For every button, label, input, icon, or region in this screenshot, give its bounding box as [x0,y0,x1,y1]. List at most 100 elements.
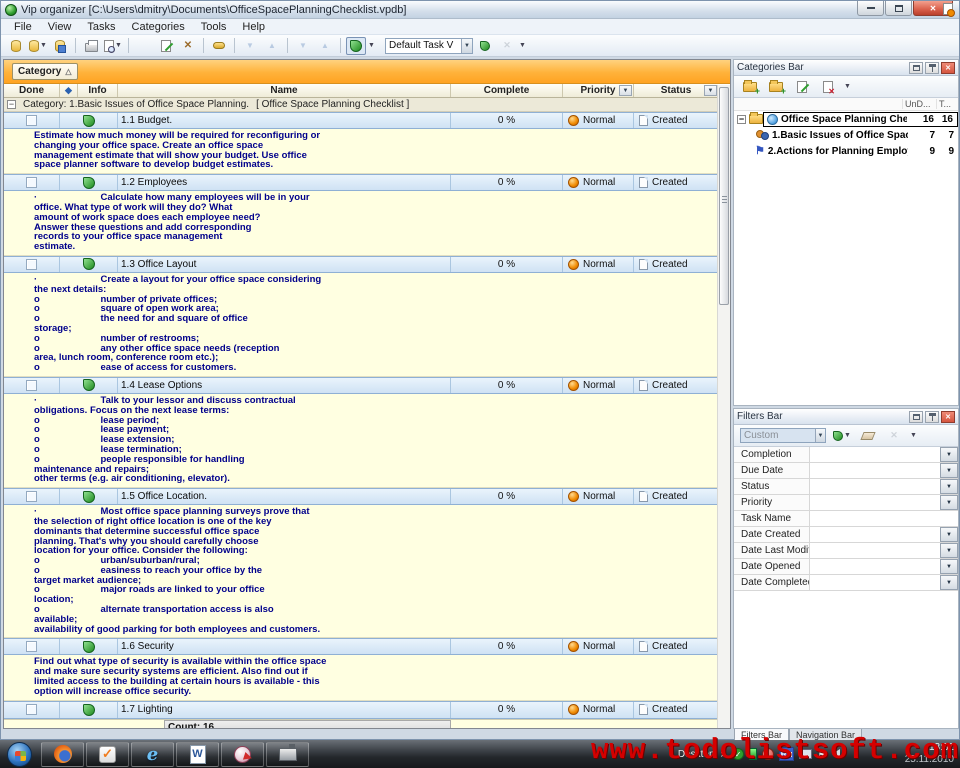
maximize-button[interactable] [885,1,912,16]
move-bottom-button[interactable]: ▼ [293,37,313,55]
done-checkbox[interactable] [26,491,37,502]
remove-filter-button[interactable]: ✕ [884,427,904,445]
filter-dropdown-button[interactable]: ▼ [940,527,958,542]
notes-icon[interactable] [83,641,95,653]
task-name[interactable]: 1.1 Budget. [118,113,451,128]
taskbar-internet-explorer-button[interactable]: e [131,742,174,767]
scrollbar-thumb[interactable] [719,87,729,305]
taskbar-devices-button[interactable] [266,742,309,767]
filter-dropdown-button[interactable]: ▼ [940,575,958,590]
apply-filter-button[interactable]: ▼ [832,427,852,445]
done-checkbox[interactable] [26,380,37,391]
done-checkbox[interactable] [26,704,37,715]
task-row[interactable]: 1.1 Budget. 0 % Normal Created [4,112,718,129]
column-header-status[interactable]: Status▼ [634,84,718,97]
collapse-icon[interactable]: − [7,100,16,109]
task-name[interactable]: 1.5 Office Location. [118,489,451,504]
clear-view-button[interactable]: ✕ [497,37,517,55]
notes-icon[interactable] [83,704,95,716]
combo-dropdown-icon[interactable]: ▼ [815,429,825,442]
filter-value[interactable] [810,495,940,510]
notes-icon[interactable] [83,379,95,391]
menu-view[interactable]: View [40,21,80,33]
task-row[interactable]: 1.6 Security 0 % Normal Created [4,638,718,655]
task-row[interactable]: 1.5 Office Location. 0 % Normal Created [4,488,718,505]
filter-value[interactable] [810,543,940,558]
task-name[interactable]: 1.7 Lighting [118,702,451,718]
done-checkbox[interactable] [26,177,37,188]
print-button[interactable] [81,37,101,55]
delete-task-button[interactable]: ✕ [178,37,198,55]
done-checkbox[interactable] [26,115,37,126]
filter-dropdown-button[interactable]: ▼ [940,479,958,494]
priority-filter-button[interactable]: ▼ [619,85,632,96]
apply-view-button[interactable] [475,37,495,55]
filters-bar-title[interactable]: Filters Bar ✕ [734,409,958,425]
print-preview-button[interactable]: ▼ [103,37,123,55]
edit-task-button[interactable] [156,37,176,55]
group-by-category-button[interactable]: Category △ [12,63,78,80]
task-row[interactable]: 1.7 Lighting 0 % Normal Created [4,701,718,719]
task-name[interactable]: 1.2 Employees [118,175,451,190]
move-up-button[interactable]: ▲ [262,37,282,55]
column-header-priority-icon[interactable]: ◆ [60,84,78,97]
taskbar-vip-organizer-button[interactable]: ✓ [86,742,129,767]
float-panel-button[interactable] [909,62,923,74]
taskbar-firefox-button[interactable] [41,742,84,767]
column-header-total[interactable]: T... [936,99,958,109]
column-header-priority[interactable]: Priority▼ [563,84,634,97]
filter-value[interactable] [810,479,940,494]
close-panel-button[interactable]: ✕ [941,411,955,423]
column-header-undone[interactable]: UnD... [902,99,936,109]
filter-value[interactable] [810,511,958,526]
close-panel-button[interactable]: ✕ [941,62,955,74]
notes-icon[interactable] [83,491,95,503]
float-panel-button[interactable] [909,411,923,423]
new-task-button[interactable] [134,37,154,55]
combo-dropdown-icon[interactable]: ▼ [461,39,472,53]
filter-value[interactable] [810,447,940,462]
delete-category-button[interactable] [818,78,838,96]
selected-tree-item[interactable]: Office Space Planning Checkli 16 16 [763,112,958,127]
edit-category-button[interactable] [792,78,812,96]
notes-icon[interactable] [83,177,95,189]
grid-vertical-scrollbar[interactable] [717,85,730,728]
group-row[interactable]: − Category: 1.Basic Issues of Office Spa… [4,98,718,112]
menu-file[interactable]: File [6,21,40,33]
title-bar[interactable]: Vip organizer [C:\Users\dmitry\Documents… [1,1,959,19]
categories-bar-title[interactable]: Categories Bar ✕ [734,60,958,76]
filter-dropdown-button[interactable]: ▼ [940,495,958,510]
task-row[interactable]: 1.2 Employees 0 % Normal Created [4,174,718,191]
new-category-button[interactable] [740,78,760,96]
done-checkbox[interactable] [26,641,37,652]
view-options-button[interactable] [209,37,229,55]
filter-dropdown-button[interactable]: ▼ [940,543,958,558]
done-checkbox[interactable] [26,259,37,270]
collapse-icon[interactable]: − [737,115,746,124]
filter-preset-combo[interactable]: Custom ▼ [740,428,826,443]
pin-panel-button[interactable] [925,62,939,74]
notes-icon[interactable] [83,258,95,270]
new-database-button[interactable] [6,37,26,55]
clear-filter-button[interactable] [858,427,878,445]
task-name[interactable]: 1.6 Security [118,639,451,654]
save-database-button[interactable] [50,37,70,55]
tree-item-root[interactable]: − Office Space Planning Checkli 16 16 [734,111,958,127]
taskbar-task-manager-button[interactable] [221,742,264,767]
task-view-combo[interactable]: Default Task V ▼ [385,38,473,54]
filter-value[interactable] [810,575,940,590]
show-notes-toggle[interactable] [346,37,366,55]
filter-value[interactable] [810,527,940,542]
filter-value[interactable] [810,463,940,478]
pin-panel-button[interactable] [925,411,939,423]
notes-icon[interactable] [83,115,95,127]
menu-tools[interactable]: Tools [193,21,235,33]
task-row[interactable]: 1.3 Office Layout 0 % Normal Created [4,256,718,273]
status-filter-button[interactable]: ▼ [704,85,717,96]
column-header-done[interactable]: Done [4,84,60,97]
move-down-button[interactable]: ▼ [240,37,260,55]
start-button[interactable] [7,742,32,767]
column-header-name[interactable]: Name [118,84,451,97]
task-name[interactable]: 1.3 Office Layout [118,257,451,272]
new-subcategory-button[interactable] [766,78,786,96]
